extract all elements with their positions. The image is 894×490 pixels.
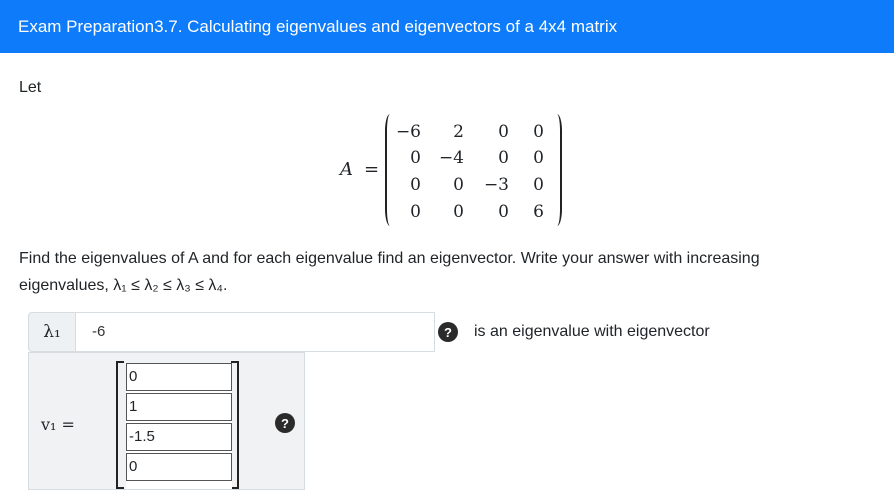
matrix-cell: 0 — [410, 175, 421, 195]
vector-entries: 0 1 -1.5 0 — [126, 363, 232, 489]
vector-right-bracket — [231, 361, 239, 489]
vector-entry-input[interactable]: 0 — [126, 453, 232, 481]
vector-entry-input[interactable]: -1.5 — [126, 423, 232, 451]
question-prompt: Find the eigenvalues of A and for each e… — [19, 245, 859, 299]
matrix-cell: 0 — [498, 122, 509, 142]
eigenvalue-input[interactable]: -6 — [75, 312, 435, 352]
matrix-cell: 0 — [410, 148, 421, 168]
matrix-cell: 0 — [533, 122, 544, 142]
question-line-1: Find the eigenvalues of A and for each e… — [19, 250, 760, 267]
page-header: Exam Preparation3.7. Calculating eigenva… — [0, 0, 894, 53]
matrix-cell: −6 — [395, 122, 421, 142]
matrix-cell: 0 — [498, 148, 509, 168]
vector-entry-input[interactable]: 0 — [126, 363, 232, 391]
vector-left-bracket — [116, 361, 124, 489]
page-title: Exam Preparation3.7. Calculating eigenva… — [18, 16, 618, 36]
vector-label: v₁ = — [41, 415, 75, 434]
lambda-label: λ₁ — [28, 312, 76, 352]
question-line-2: eigenvalues, λ₁ ≤ λ₂ ≤ λ₃ ≤ λ₄. — [19, 277, 228, 294]
vector-entry-input[interactable]: 1 — [126, 393, 232, 421]
right-parenthesis — [552, 114, 562, 226]
matrix-cell: 6 — [533, 202, 544, 222]
matrix-equals: = — [364, 159, 380, 180]
matrix-cell: 0 — [498, 202, 509, 222]
eigenvalue-input-group: λ₁ -6 ? — [28, 312, 468, 352]
help-icon[interactable]: ? — [438, 322, 458, 342]
help-icon[interactable]: ? — [275, 413, 295, 433]
matrix-a: A = −6 2 0 0 0 −4 0 0 0 0 −3 0 0 0 0 6 — [340, 114, 570, 226]
matrix-cell: 0 — [453, 202, 464, 222]
matrix-cell: −4 — [438, 148, 464, 168]
matrix-cell: 2 — [453, 122, 464, 142]
matrix-cell: 0 — [453, 175, 464, 195]
let-text: Let — [19, 79, 42, 96]
matrix-label: A — [340, 159, 353, 180]
eigenvector-input-group: v₁ = 0 1 -1.5 0 ? — [28, 352, 305, 490]
eigenvector-description: is an eigenvalue with eigenvector — [474, 323, 710, 340]
matrix-cell: 0 — [533, 175, 544, 195]
matrix-cell: 0 — [410, 202, 421, 222]
matrix-cell: 0 — [533, 148, 544, 168]
matrix-cell: −3 — [483, 175, 509, 195]
